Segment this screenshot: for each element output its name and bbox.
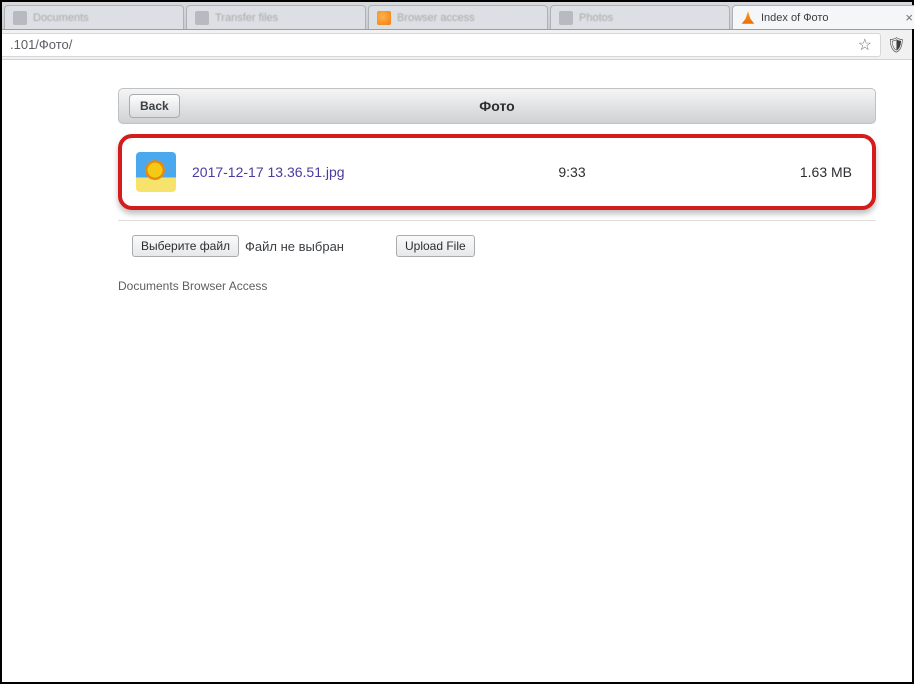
- browser-tab-bg-1[interactable]: Documents: [4, 5, 184, 29]
- upload-file-button[interactable]: Upload File: [396, 235, 475, 257]
- browser-tab-bg-3[interactable]: Browser access: [368, 5, 548, 29]
- tab-favicon: [195, 11, 209, 25]
- url-input[interactable]: .101/Фото/ ☆: [2, 33, 881, 57]
- browser-tab-bg-4[interactable]: Photos: [550, 5, 730, 29]
- back-button-label: Back: [140, 99, 169, 113]
- tab-label: Index of Фото: [761, 12, 828, 24]
- page-body: Back Фото 2017-12-17 13.36.51.jpg 9:33 1…: [2, 60, 912, 293]
- back-button[interactable]: Back: [129, 94, 180, 118]
- tab-label: Photos: [579, 12, 613, 24]
- no-file-selected-text: Файл не выбран: [245, 239, 344, 254]
- bookmark-star-icon[interactable]: ☆: [858, 35, 872, 55]
- browser-tabstrip: Documents Transfer files Browser access …: [2, 2, 912, 30]
- footer-note: Documents Browser Access: [118, 279, 876, 293]
- tab-favicon: [377, 11, 391, 25]
- vlc-cone-icon: [741, 11, 755, 25]
- file-thumbnail: [136, 152, 176, 192]
- choose-file-button[interactable]: Выберите файл: [132, 235, 239, 257]
- url-text: .101/Фото/: [10, 37, 852, 52]
- tab-favicon: [559, 11, 573, 25]
- tab-label: Browser access: [397, 12, 475, 24]
- content-container: Back Фото 2017-12-17 13.36.51.jpg 9:33 1…: [118, 88, 876, 293]
- upload-row: Выберите файл Файл не выбран Upload File: [118, 235, 876, 257]
- page-navbar: Back Фото: [118, 88, 876, 124]
- upload-file-label: Upload File: [405, 239, 466, 253]
- browser-tab-active[interactable]: Index of Фото ×: [732, 5, 914, 29]
- tab-label: Transfer files: [215, 12, 278, 24]
- tab-favicon: [13, 11, 27, 25]
- file-time: 9:33: [472, 164, 672, 180]
- file-size: 1.63 MB: [672, 164, 852, 180]
- extension-shield-icon[interactable]: 🛡: [887, 36, 906, 54]
- tab-label: Documents: [33, 12, 89, 24]
- browser-tab-bg-2[interactable]: Transfer files: [186, 5, 366, 29]
- browser-address-bar: .101/Фото/ ☆ 🛡: [2, 30, 912, 60]
- file-name-link[interactable]: 2017-12-17 13.36.51.jpg: [192, 164, 472, 180]
- close-icon[interactable]: ×: [905, 11, 913, 24]
- page-title: Фото: [119, 98, 875, 114]
- choose-file-label: Выберите файл: [141, 239, 230, 253]
- divider: [118, 220, 876, 221]
- file-row-highlight[interactable]: 2017-12-17 13.36.51.jpg 9:33 1.63 MB: [118, 134, 876, 210]
